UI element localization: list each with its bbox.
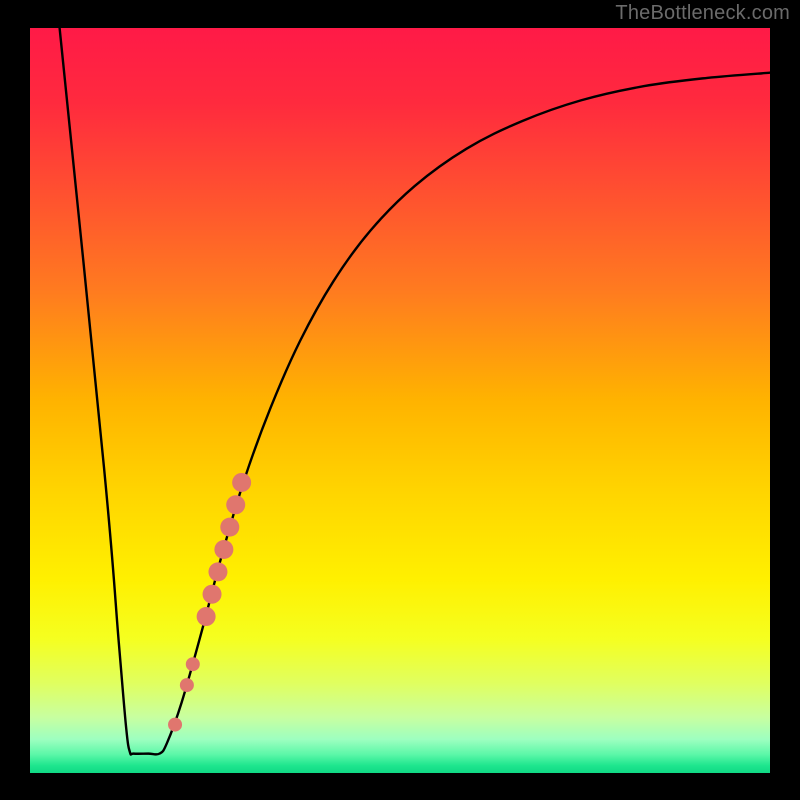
data-point [232,473,251,492]
data-point [197,607,216,626]
data-point [208,562,227,581]
watermark: TheBottleneck.com [615,2,790,25]
data-point [214,540,233,559]
data-point [203,585,222,604]
chart-svg [0,0,800,800]
plot-background [30,28,770,773]
data-point [220,518,239,537]
data-point [180,678,194,692]
data-point [226,495,245,514]
data-point [168,718,182,732]
data-point [186,657,200,671]
stage: TheBottleneck.com [0,0,800,800]
